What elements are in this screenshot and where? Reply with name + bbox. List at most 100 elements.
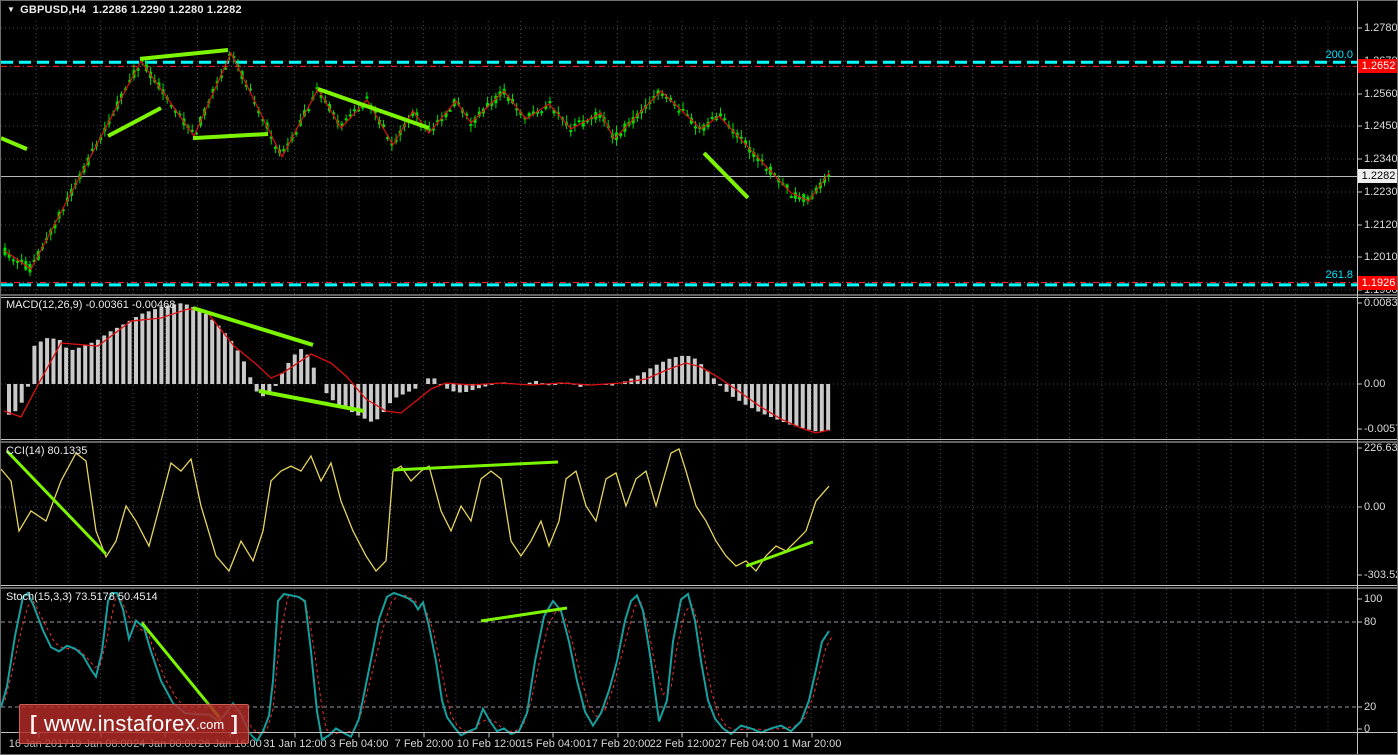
- candle-body: [677, 110, 681, 113]
- macd-histogram-bar: [692, 358, 697, 384]
- trendline: [480, 606, 568, 623]
- cci-axis-label: -303.520: [1364, 569, 1397, 581]
- macd-histogram-bar: [381, 384, 386, 413]
- macd-histogram-bar: [756, 384, 761, 412]
- macd-histogram-bar: [210, 319, 215, 384]
- macd-histogram-bar: [407, 384, 412, 392]
- macd-histogram-bar: [26, 384, 31, 387]
- trendline: [5, 449, 108, 556]
- candle-body: [598, 114, 602, 118]
- macd-histogram-bar: [362, 384, 367, 419]
- fib-level-200-label: 200.0: [1325, 49, 1353, 61]
- cci-line: [1, 448, 830, 573]
- symbol-period-label: GBPUSD,H4: [20, 4, 87, 16]
- macd-histogram-bar: [280, 373, 285, 384]
- watermark-bracket-left: [: [30, 712, 37, 735]
- macd-histogram-bar: [788, 384, 793, 425]
- candle-body: [448, 109, 452, 112]
- macd-histogram-bar: [191, 307, 196, 384]
- macd-histogram-bar: [813, 384, 818, 432]
- stoch-axis-label: 100: [1364, 593, 1383, 605]
- macd-histogram-bar: [324, 384, 329, 394]
- macd-axis-label: -0.00577: [1364, 423, 1397, 435]
- macd-histogram-bar: [235, 350, 240, 384]
- macd-histogram-bar: [819, 384, 824, 432]
- macd-axis-label: 0.00: [1364, 378, 1386, 390]
- macd-histogram-bar: [216, 325, 221, 384]
- macd-histogram-bar: [172, 304, 177, 384]
- candle-body: [469, 123, 473, 126]
- trendline: [192, 131, 269, 141]
- macd-histogram-bar: [457, 384, 462, 393]
- trendline: [139, 47, 229, 61]
- macd-histogram-bar: [305, 354, 310, 384]
- candle-body: [11, 259, 15, 262]
- macd-histogram-bar: [642, 372, 646, 384]
- macd-histogram-bar: [343, 384, 348, 409]
- macd-histogram-bar: [527, 382, 532, 384]
- price-badge: 1.2282: [1358, 169, 1397, 183]
- macd-histogram-bar: [108, 331, 113, 384]
- macd-histogram-bar: [807, 384, 812, 430]
- macd-histogram-bar: [146, 311, 151, 384]
- macd-histogram-bar: [203, 313, 208, 384]
- macd-histogram-bar: [13, 384, 18, 412]
- trendline: [745, 540, 814, 568]
- stoch-axis-label: 80: [1364, 616, 1377, 628]
- cci-axis-label: 226.6339: [1364, 442, 1398, 454]
- macd-histogram-bar: [134, 317, 138, 384]
- macd-histogram-bar: [286, 362, 291, 384]
- ohlc-readout: 1.2286 1.2290 1.2280 1.2282: [92, 4, 242, 16]
- macd-histogram-bar: [718, 384, 723, 386]
- stoch-axis-label: 20: [1364, 701, 1377, 713]
- stoch-indicator-label: Stoch(15,3,3) 73.5178 50.4514: [6, 591, 158, 603]
- mt4-chart-window: ▼ GBPUSD,H4 1.2286 1.2290 1.2280 1.2282 M…: [0, 0, 1398, 755]
- candle-body: [710, 116, 714, 119]
- macd-histogram-bar: [711, 378, 716, 384]
- macd-histogram-bar: [394, 384, 399, 398]
- chart-canvas[interactable]: [1, 1, 1398, 755]
- macd-histogram-bar: [426, 378, 431, 384]
- macd-histogram-bar: [775, 384, 780, 420]
- price-axis-label: 1.2450: [1364, 120, 1398, 132]
- candle-body: [569, 130, 573, 133]
- instaforex-watermark: [www.instaforex .com]: [19, 704, 249, 744]
- macd-histogram-bar: [400, 384, 405, 395]
- watermark-bracket-right: ]: [231, 712, 238, 735]
- macd-histogram-bar: [127, 320, 132, 384]
- zigzag-line: [4, 51, 830, 270]
- macd-histogram-bar: [153, 309, 158, 384]
- candle-body: [694, 126, 698, 129]
- macd-histogram-bar: [89, 342, 94, 384]
- macd-histogram-bar: [724, 384, 729, 392]
- macd-histogram-bar: [299, 349, 304, 384]
- price-axis-label: 1.2120: [1364, 219, 1398, 231]
- candle-body: [573, 123, 577, 126]
- watermark-tld-text: .com: [195, 716, 225, 732]
- price-axis-label: 1.2340: [1364, 153, 1398, 165]
- macd-histogram-bar: [311, 367, 316, 384]
- macd-histogram-bar: [534, 380, 539, 384]
- macd-histogram-bar: [794, 384, 799, 427]
- candle-body: [723, 118, 727, 121]
- macd-histogram-bar: [45, 338, 50, 384]
- macd-histogram-bar: [248, 377, 253, 384]
- candle-body: [365, 96, 369, 99]
- macd-histogram-bar: [432, 378, 437, 384]
- macd-histogram-bar: [673, 357, 678, 384]
- trendline: [258, 389, 365, 413]
- macd-histogram-bar: [121, 324, 126, 384]
- price-badge: 1.2652: [1358, 59, 1397, 73]
- symbol-dropdown-icon[interactable]: ▼: [7, 5, 15, 14]
- macd-histogram-bar: [184, 304, 189, 384]
- macd-histogram-bar: [375, 384, 380, 420]
- trendline: [107, 106, 162, 138]
- macd-histogram-bar: [800, 384, 805, 429]
- macd-histogram-bar: [64, 347, 69, 384]
- price-axis-label: 1.2230: [1364, 186, 1398, 198]
- macd-histogram-bar: [229, 340, 234, 384]
- macd-histogram-bar: [83, 345, 88, 384]
- macd-histogram-bar: [254, 384, 259, 392]
- macd-histogram-bar: [686, 355, 691, 384]
- trendline: [702, 151, 750, 200]
